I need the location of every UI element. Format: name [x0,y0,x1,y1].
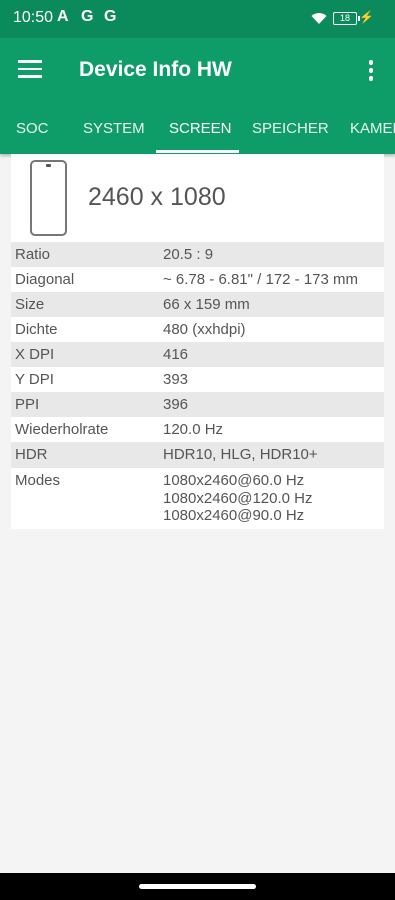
status-time: 10:50 [13,9,54,26]
row-value: HDR10, HLG, HDR10+ [163,446,318,463]
phone-icon [30,160,67,236]
tab-speicher[interactable]: SPEICHER [252,120,329,137]
tab-soc[interactable]: SOC [16,120,49,137]
info-row-hdr: HDR HDR10, HLG, HDR10+ [11,442,384,468]
info-row-ppi: PPI 396 [11,392,384,417]
active-tab-indicator [156,150,239,153]
info-row-wiederholrate: Wiederholrate 120.0 Hz [11,417,384,442]
row-value: 66 x 159 mm [163,296,250,313]
menu-icon[interactable] [18,60,42,80]
tab-kamera[interactable]: KAMERA [350,120,395,137]
mode-item: 1080x2460@120.0 Hz [163,489,313,507]
row-label: Y DPI [15,371,54,388]
row-value: 480 (xxhdpi) [163,321,246,338]
row-label: Modes [15,472,61,489]
info-row-xdpi: X DPI 416 [11,342,384,367]
row-value: ~ 6.78 - 6.81" / 172 - 173 mm [163,271,359,288]
wifi-icon [311,13,327,24]
row-value: 120.0 Hz [163,421,224,438]
charging-icon: ⚡ [359,10,374,24]
navigation-bar [0,873,395,900]
info-row-dichte: Dichte 480 (xxhdpi) [11,317,384,342]
info-row-size: Size 66 x 159 mm [11,292,384,317]
row-value: 396 [163,396,189,413]
screen-resolution: 2460 x 1080 [88,183,226,211]
row-label: Diagonal [15,271,75,288]
app-bar: Device Info HW [0,38,395,102]
row-value: 416 [163,346,189,363]
notification-icon-a: A [57,8,69,25]
more-options-icon[interactable] [366,60,376,82]
home-gesture-handle[interactable] [139,884,256,889]
row-label: Ratio [15,246,51,263]
info-row-ratio: Ratio 20.5 : 9 [11,242,384,267]
row-label: HDR [15,446,48,463]
row-value: 393 [163,371,189,388]
tab-bar: SOC SYSTEM SCREEN SPEICHER KAMERA [0,102,395,154]
info-row-diagonal: Diagonal ~ 6.78 - 6.81" / 172 - 173 mm [11,267,384,292]
row-label: Size [15,296,45,313]
mode-item: 1080x2460@60.0 Hz [163,472,305,489]
row-label: PPI [15,396,40,413]
tab-screen[interactable]: SCREEN [169,120,232,137]
info-row-ydpi: Y DPI 393 [11,367,384,392]
screen-info-card: 2460 x 1080 Ratio 20.5 : 9 Diagonal ~ 6.… [11,154,384,529]
tab-system[interactable]: SYSTEM [83,120,145,137]
row-label: Wiederholrate [15,421,109,438]
status-bar: 10:50 A G G 18 ⚡ [0,0,395,38]
notification-icon-g: G [104,8,117,25]
row-label: Dichte [15,321,58,338]
mode-item: 1080x2460@90.0 Hz [163,507,305,524]
battery-icon: 18 [333,12,360,25]
row-label: X DPI [15,346,55,363]
row-value: 1080x2460@60.0 Hz 1080x2460@120.0 Hz 108… [163,472,313,525]
notification-icon-g: G [81,8,94,25]
page-title: Device Info HW [79,58,232,81]
row-value: 20.5 : 9 [163,246,214,263]
info-row-modes: Modes 1080x2460@60.0 Hz 1080x2460@120.0 … [11,468,384,528]
